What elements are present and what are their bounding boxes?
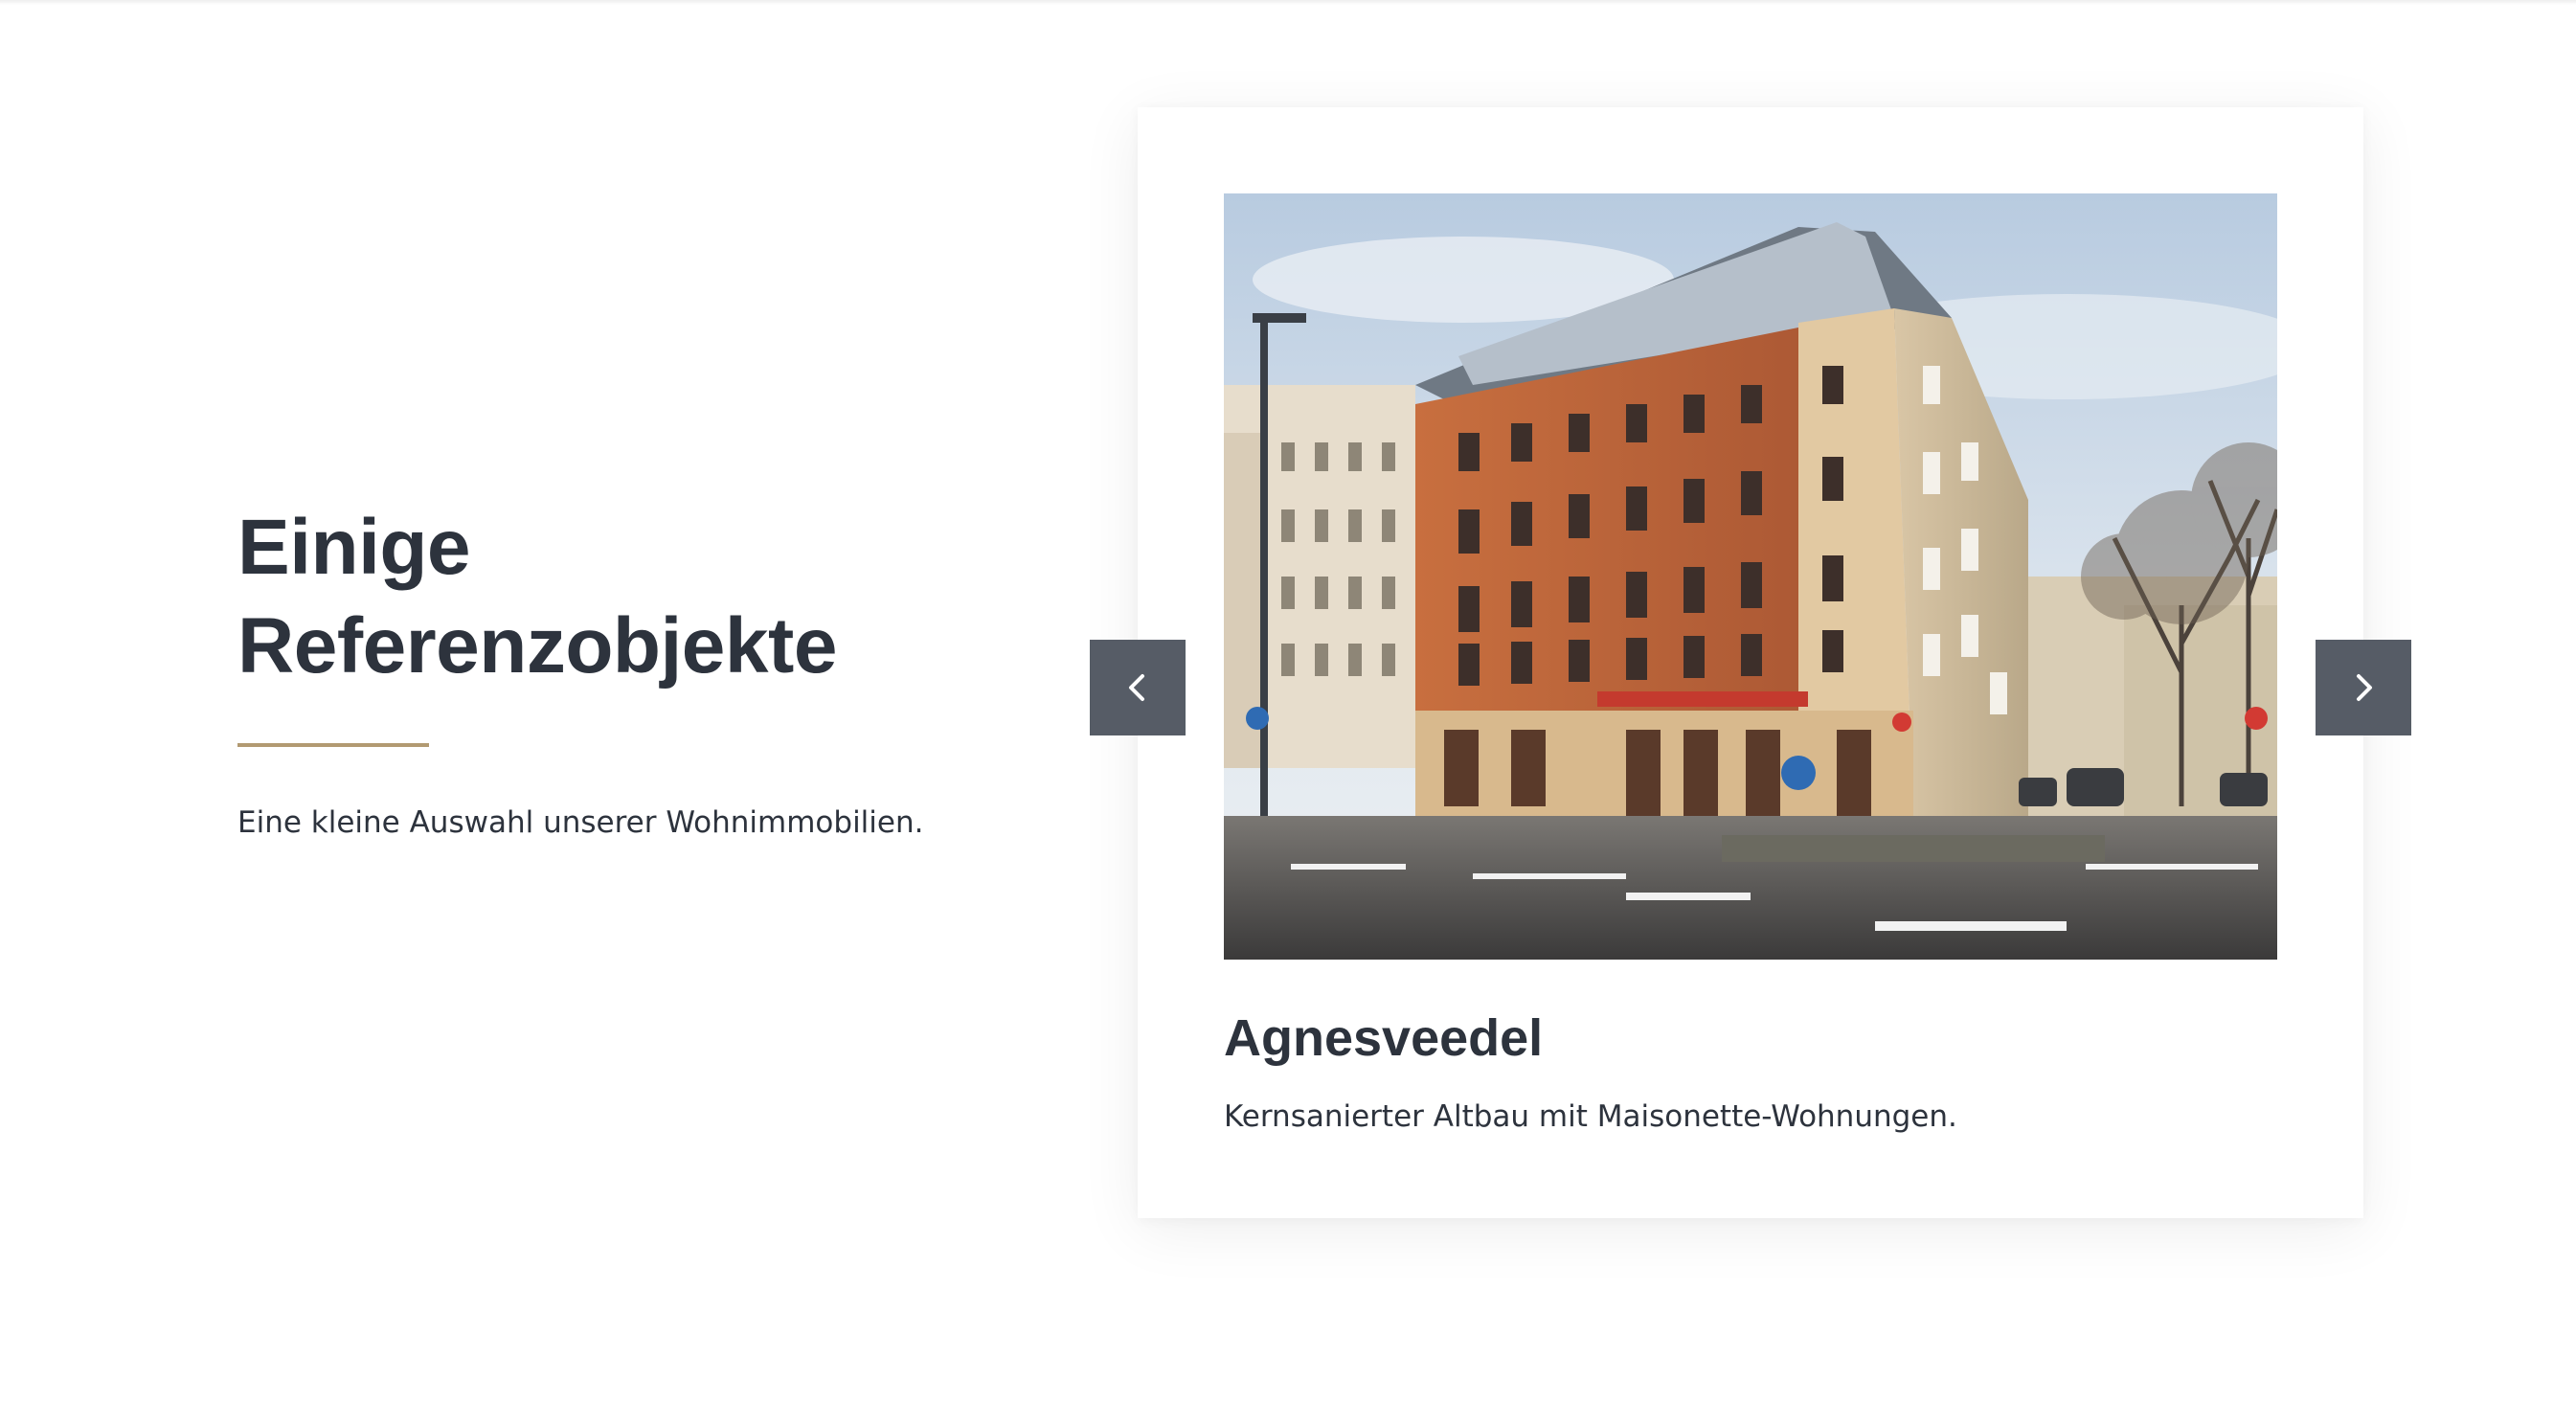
intro-section: Einige Referenzobjekte Eine kleine Auswa… xyxy=(237,498,1004,872)
next-slide-button[interactable] xyxy=(2316,640,2411,735)
slide-card: Agnesveedel Kernsanierter Altbau mit Mai… xyxy=(1138,107,2363,1218)
title-divider xyxy=(237,743,429,747)
section-title-line-1: Einige xyxy=(237,504,471,591)
previous-slide-button[interactable] xyxy=(1090,640,1186,735)
slide-image xyxy=(1224,193,2277,960)
section-description: Eine kleine Auswahl unserer Wohnimmobili… xyxy=(237,805,924,840)
chevron-right-icon xyxy=(2347,671,2380,704)
page: Einige Referenzobjekte Eine kleine Auswa… xyxy=(0,0,2576,1425)
chevron-left-icon xyxy=(1121,671,1154,704)
header-shadow xyxy=(0,0,2576,5)
slide-title: Agnesveedel xyxy=(1224,1009,1544,1067)
section-title-line-2: Referenzobjekte xyxy=(237,602,837,690)
section-title: Einige Referenzobjekte xyxy=(237,498,1004,695)
slide-description: Kernsanierter Altbau mit Maisonette-Wohn… xyxy=(1224,1099,1957,1134)
reference-slider: Agnesveedel Kernsanierter Altbau mit Mai… xyxy=(1090,107,2411,1220)
